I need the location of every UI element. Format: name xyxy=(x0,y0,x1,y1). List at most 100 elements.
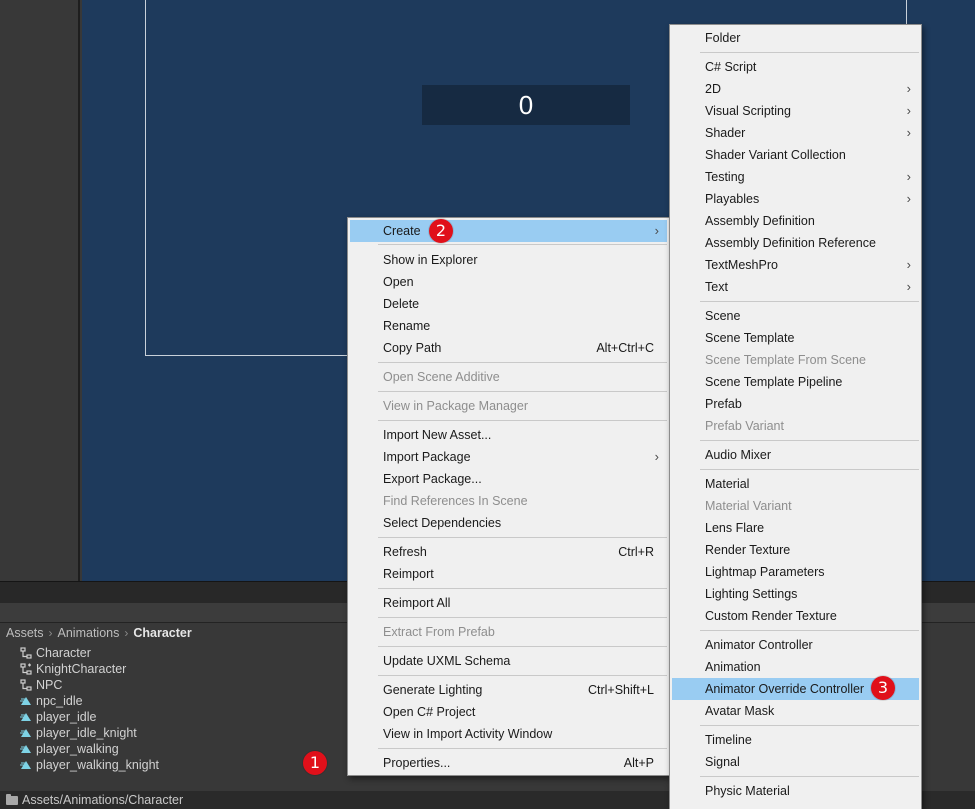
menu-item-label: Assembly Definition Reference xyxy=(705,236,876,250)
menu-item-label: Animator Override Controller xyxy=(705,682,865,696)
menu-item-visual-scripting[interactable]: Visual Scripting › xyxy=(672,100,919,122)
menu-item-prefab-variant: Prefab Variant xyxy=(672,415,919,437)
menu-item-text[interactable]: Text › xyxy=(672,276,919,298)
chevron-right-icon: › xyxy=(906,81,911,96)
menu-item-open-csharp-project[interactable]: Open C# Project xyxy=(350,701,667,723)
menu-item-label: C# Script xyxy=(705,60,757,74)
menu-divider xyxy=(700,469,919,470)
menu-item-lens-flare[interactable]: Lens Flare xyxy=(672,517,919,539)
breadcrumb-item-current[interactable]: Character xyxy=(133,623,191,643)
menu-item-2d[interactable]: 2D › xyxy=(672,78,919,100)
menu-item-playables[interactable]: Playables › xyxy=(672,188,919,210)
menu-item-label: Export Package... xyxy=(383,472,482,486)
score-display: 0 xyxy=(422,85,630,125)
menu-item-delete[interactable]: Delete xyxy=(350,293,667,315)
menu-item-open[interactable]: Open xyxy=(350,271,667,293)
menu-item-show-in-explorer[interactable]: Show in Explorer xyxy=(350,249,667,271)
menu-item-extract-from-prefab: Extract From Prefab xyxy=(350,621,667,643)
menu-item-label: Scene Template xyxy=(705,331,795,345)
animator-controller-icon xyxy=(20,647,32,659)
menu-item-label: Import Package xyxy=(383,450,471,464)
menu-item-assembly-definition[interactable]: Assembly Definition xyxy=(672,210,919,232)
menu-item-refresh[interactable]: Refresh Ctrl+R xyxy=(350,541,667,563)
list-item[interactable]: player_walking xyxy=(20,741,119,757)
menu-item-label: Avatar Mask xyxy=(705,704,775,718)
menu-item-create[interactable]: Create › xyxy=(350,220,667,242)
menu-item-select-dependencies[interactable]: Select Dependencies xyxy=(350,512,667,534)
list-item[interactable]: player_idle_knight xyxy=(20,725,137,741)
menu-item-textmeshpro[interactable]: TextMeshPro › xyxy=(672,254,919,276)
chevron-right-icon: › xyxy=(906,257,911,272)
menu-item-signal[interactable]: Signal xyxy=(672,751,919,773)
menu-item-lightmap-parameters[interactable]: Lightmap Parameters xyxy=(672,561,919,583)
menu-item-render-texture[interactable]: Render Texture xyxy=(672,539,919,561)
menu-item-label: Import New Asset... xyxy=(383,428,492,442)
menu-divider xyxy=(378,391,667,392)
list-item[interactable]: NPC xyxy=(20,677,62,693)
step-badge-3: 3 xyxy=(871,676,895,700)
menu-item-copy-path[interactable]: Copy Path Alt+Ctrl+C xyxy=(350,337,667,359)
menu-item-label: Animation xyxy=(705,660,761,674)
menu-item-label: Scene Template From Scene xyxy=(705,353,866,367)
menu-item-prefab[interactable]: Prefab xyxy=(672,393,919,415)
list-item[interactable]: Character xyxy=(20,645,91,661)
menu-divider xyxy=(700,440,919,441)
list-item[interactable]: player_walking_knight xyxy=(20,757,159,773)
step-badge-1: 1 xyxy=(303,751,327,775)
menu-item-view-in-import-activity[interactable]: View in Import Activity Window xyxy=(350,723,667,745)
menu-item-scene-template-pipeline[interactable]: Scene Template Pipeline xyxy=(672,371,919,393)
menu-item-physic-material[interactable]: Physic Material xyxy=(672,780,919,802)
menu-item-shader[interactable]: Shader › xyxy=(672,122,919,144)
menu-item-properties[interactable]: Properties... Alt+P xyxy=(350,752,667,774)
list-item[interactable]: player_idle xyxy=(20,709,96,725)
menu-item-reimport[interactable]: Reimport xyxy=(350,563,667,585)
shortcut-label: Alt+Ctrl+C xyxy=(596,341,654,355)
menu-divider xyxy=(378,537,667,538)
breadcrumb-item-assets[interactable]: Assets xyxy=(6,623,44,643)
chevron-right-icon: › xyxy=(654,223,659,238)
menu-item-generate-lighting[interactable]: Generate Lighting Ctrl+Shift+L xyxy=(350,679,667,701)
menu-item-material[interactable]: Material xyxy=(672,473,919,495)
menu-item-rename[interactable]: Rename xyxy=(350,315,667,337)
menu-item-reimport-all[interactable]: Reimport All xyxy=(350,592,667,614)
step-badge-2: 2 xyxy=(429,219,453,243)
menu-item-label: View in Import Activity Window xyxy=(383,727,553,741)
menu-item-csharp-script[interactable]: C# Script xyxy=(672,56,919,78)
file-name: KnightCharacter xyxy=(36,662,127,676)
left-panel xyxy=(0,0,80,581)
menu-item-label: Open Scene Additive xyxy=(383,370,500,384)
breadcrumb-item-animations[interactable]: Animations xyxy=(58,623,120,643)
chevron-right-icon: › xyxy=(906,103,911,118)
menu-item-label: Generate Lighting xyxy=(383,683,483,697)
menu-item-scene[interactable]: Scene xyxy=(672,305,919,327)
menu-item-custom-render-texture[interactable]: Custom Render Texture xyxy=(672,605,919,627)
menu-item-scene-template[interactable]: Scene Template xyxy=(672,327,919,349)
menu-item-shader-variant-collection[interactable]: Shader Variant Collection xyxy=(672,144,919,166)
menu-item-label: Create xyxy=(383,224,421,238)
menu-item-testing[interactable]: Testing › xyxy=(672,166,919,188)
list-item[interactable]: npc_idle xyxy=(20,693,83,709)
menu-item-assembly-definition-reference[interactable]: Assembly Definition Reference xyxy=(672,232,919,254)
menu-item-label: Copy Path xyxy=(383,341,442,355)
menu-item-label: Update UXML Schema xyxy=(383,654,511,668)
menu-item-label: Visual Scripting xyxy=(705,104,791,118)
menu-item-import-package[interactable]: Import Package › xyxy=(350,446,667,468)
menu-item-open-scene-additive: Open Scene Additive xyxy=(350,366,667,388)
chevron-right-icon: › xyxy=(906,191,911,206)
menu-item-timeline[interactable]: Timeline xyxy=(672,729,919,751)
menu-item-lighting-settings[interactable]: Lighting Settings xyxy=(672,583,919,605)
list-item[interactable]: KnightCharacter xyxy=(20,661,126,677)
menu-divider xyxy=(700,301,919,302)
menu-item-label: Timeline xyxy=(705,733,752,747)
file-name: npc_idle xyxy=(36,694,83,708)
menu-item-export-package[interactable]: Export Package... xyxy=(350,468,667,490)
menu-item-avatar-mask[interactable]: Avatar Mask xyxy=(672,700,919,722)
menu-item-animator-controller[interactable]: Animator Controller xyxy=(672,634,919,656)
menu-item-audio-mixer[interactable]: Audio Mixer xyxy=(672,444,919,466)
menu-item-import-new-asset[interactable]: Import New Asset... xyxy=(350,424,667,446)
menu-item-update-uxml-schema[interactable]: Update UXML Schema xyxy=(350,650,667,672)
menu-item-folder[interactable]: Folder xyxy=(672,27,919,49)
menu-divider xyxy=(378,588,667,589)
menu-item-animation[interactable]: Animation xyxy=(672,656,919,678)
menu-divider xyxy=(700,52,919,53)
